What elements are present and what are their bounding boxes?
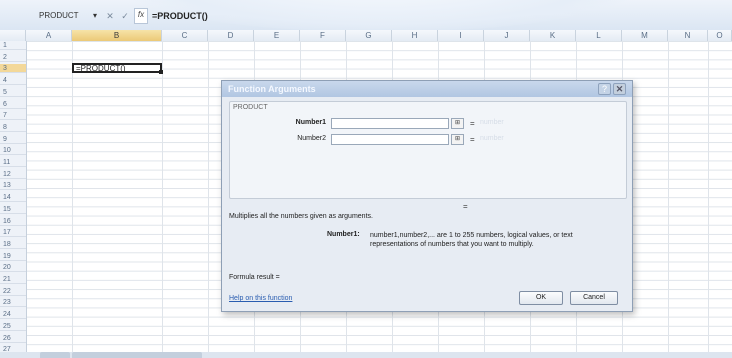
- row-header[interactable]: 5: [0, 88, 26, 97]
- column-header[interactable]: E: [254, 30, 300, 41]
- name-box[interactable]: PRODUCT: [31, 9, 89, 23]
- formula-bar: PRODUCT ▾ ✕ ✓ fx =PRODUCT(): [0, 7, 732, 25]
- ok-button[interactable]: OK: [519, 291, 563, 305]
- row-header[interactable]: 1: [0, 41, 26, 50]
- formula-input[interactable]: =PRODUCT(): [152, 9, 208, 23]
- number1-input[interactable]: [331, 118, 449, 129]
- number1-equals: =: [470, 119, 475, 128]
- column-header[interactable]: O: [708, 30, 732, 41]
- number2-type: number: [480, 135, 504, 142]
- column-gridline: [208, 41, 209, 358]
- row-header[interactable]: 6: [0, 100, 26, 109]
- sheet-tab[interactable]: [72, 352, 202, 358]
- row-header[interactable]: 19: [0, 252, 26, 261]
- number1-type: number: [480, 119, 504, 126]
- row-header[interactable]: 8: [0, 123, 26, 132]
- function-result-equals: =: [463, 202, 468, 211]
- row-header-bar: 1 2 3 4 5 6 7 8 9 10 11 12 13 14 15 16 17 18 19 20 21 22 23 24 2…: [0, 41, 27, 358]
- argument-description-label: Number1:: [327, 231, 360, 238]
- column-header[interactable]: M: [622, 30, 668, 41]
- function-description: Multiplies all the numbers given as argu…: [229, 213, 373, 220]
- name-box-dropdown-icon[interactable]: ▾: [90, 9, 100, 23]
- row-header[interactable]: 12: [0, 170, 26, 179]
- row-header[interactable]: 2: [0, 53, 26, 62]
- column-header[interactable]: I: [438, 30, 484, 41]
- row-header[interactable]: 25: [0, 322, 26, 331]
- sheet-tab-bar: [0, 352, 732, 358]
- insert-function-button[interactable]: fx: [134, 8, 148, 24]
- row-header[interactable]: 3: [0, 64, 26, 74]
- row-header[interactable]: 17: [0, 228, 26, 238]
- dialog-title: Function Arguments: [228, 84, 316, 94]
- row-header[interactable]: 11: [0, 158, 26, 167]
- arguments-group: PRODUCT Number1 ⊞ = number Number2 ⊞ = n…: [229, 101, 627, 199]
- column-header[interactable]: N: [668, 30, 708, 41]
- enter-icon[interactable]: ✓: [119, 9, 131, 23]
- cancel-entry-icon[interactable]: ✕: [104, 9, 116, 23]
- help-link[interactable]: Help on this function: [229, 295, 292, 302]
- row-header[interactable]: 10: [0, 146, 26, 156]
- argument-description: number1,number2,... are 1 to 255 numbers…: [370, 232, 573, 248]
- number2-label: Number2: [297, 135, 326, 142]
- column-header[interactable]: A: [26, 30, 72, 41]
- row-header[interactable]: 15: [0, 205, 26, 214]
- sheet-tab[interactable]: [40, 352, 70, 358]
- column-gridline: [72, 41, 73, 358]
- row-header[interactable]: 23: [0, 298, 26, 308]
- row-header[interactable]: 13: [0, 181, 26, 191]
- function-arguments-dialog: Function Arguments ? ✕ PRODUCT Number1 ⊞…: [221, 80, 633, 312]
- help-icon[interactable]: ?: [598, 83, 611, 95]
- row-header[interactable]: 20: [0, 263, 26, 273]
- column-header[interactable]: J: [484, 30, 530, 41]
- column-header[interactable]: B: [72, 30, 162, 41]
- column-header[interactable]: F: [300, 30, 346, 41]
- column-header[interactable]: H: [392, 30, 438, 41]
- column-header[interactable]: L: [576, 30, 622, 41]
- row-header[interactable]: 22: [0, 287, 26, 296]
- select-all-corner[interactable]: [0, 30, 26, 41]
- column-header[interactable]: G: [346, 30, 392, 41]
- fill-handle[interactable]: [159, 70, 163, 74]
- row-header[interactable]: 21: [0, 275, 26, 284]
- close-icon[interactable]: ✕: [613, 83, 626, 95]
- row-header[interactable]: 18: [0, 240, 26, 249]
- column-header[interactable]: D: [208, 30, 254, 41]
- column-header[interactable]: K: [530, 30, 576, 41]
- collapse-dialog-icon[interactable]: ⊞: [451, 134, 464, 145]
- number1-label: Number1: [295, 119, 326, 126]
- formula-result: Formula result =: [229, 274, 280, 281]
- column-header[interactable]: C: [162, 30, 208, 41]
- row-header[interactable]: 14: [0, 193, 26, 203]
- collapse-dialog-icon[interactable]: ⊞: [451, 118, 464, 129]
- cancel-button[interactable]: Cancel: [570, 291, 618, 305]
- column-gridline: [708, 41, 709, 358]
- row-header[interactable]: 24: [0, 310, 26, 320]
- dialog-title-bar[interactable]: Function Arguments ? ✕: [222, 81, 632, 97]
- column-gridline: [668, 41, 669, 358]
- number2-equals: =: [470, 135, 475, 144]
- column-gridline: [162, 41, 163, 358]
- row-header[interactable]: 7: [0, 111, 26, 121]
- row-header[interactable]: 16: [0, 217, 26, 226]
- row-header[interactable]: 4: [0, 76, 26, 86]
- row-header[interactable]: 9: [0, 135, 26, 144]
- formula-bar-buttons: ✕ ✓ fx: [104, 8, 148, 24]
- row-header[interactable]: 26: [0, 334, 26, 343]
- function-name-label: PRODUCT: [233, 104, 268, 111]
- active-cell[interactable]: =PRODUCT(): [72, 63, 162, 73]
- number2-input[interactable]: [331, 134, 449, 145]
